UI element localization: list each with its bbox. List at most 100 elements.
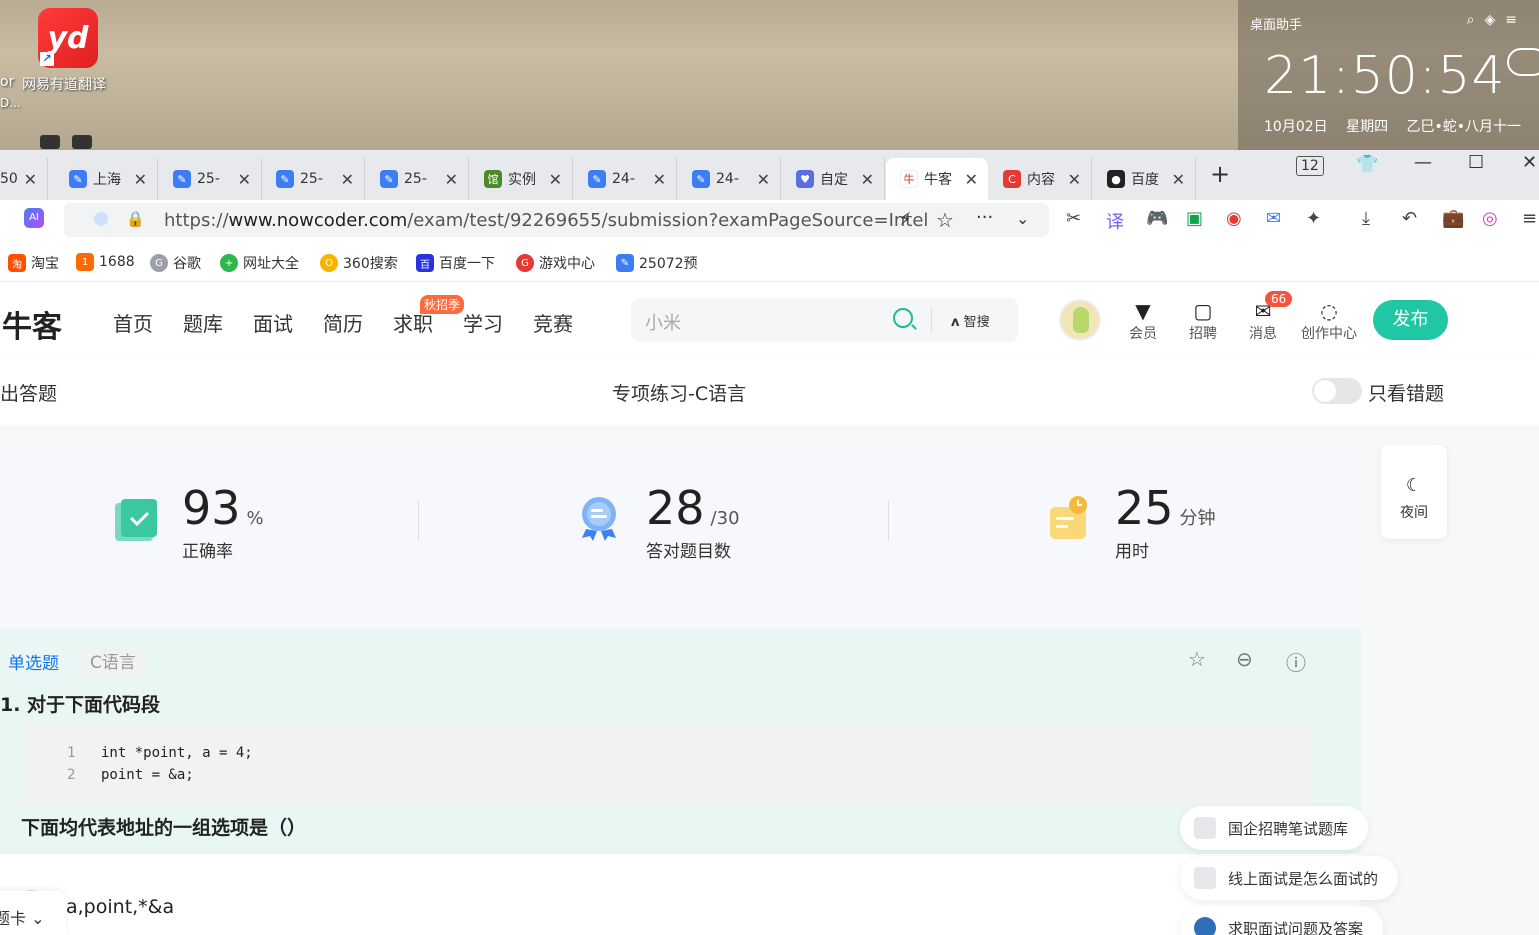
nav-learn[interactable]: 学习: [463, 308, 503, 337]
url-text[interactable]: https://www.nowcoder.com/exam/test/92269…: [164, 210, 928, 231]
tab-count-button[interactable]: 12: [1296, 156, 1324, 176]
undo-icon[interactable]: ↶: [1402, 208, 1417, 229]
bookmark-360[interactable]: O 360搜索: [320, 253, 398, 273]
search-icon[interactable]: ⌕: [1467, 12, 1485, 28]
chevron-down-icon: ⌄: [31, 909, 45, 928]
bookmark-baidu[interactable]: 百百度一下: [416, 253, 495, 273]
bookmark-hao[interactable]: + 网址大全: [220, 253, 299, 273]
vip-button[interactable]: ▼ 会员: [1113, 299, 1173, 343]
favorite-star-icon[interactable]: ☆: [1188, 647, 1206, 671]
nav-interview[interactable]: 面试: [253, 308, 293, 337]
autumn-recruit-badge: 秋招季: [420, 295, 465, 314]
option-text[interactable]: a,point,*&a: [66, 896, 174, 918]
translate-icon[interactable]: 译: [1106, 208, 1124, 234]
browser-tab[interactable]: ✎ 24- ✕: [574, 158, 677, 200]
address-bar[interactable]: 🔒 https://www.nowcoder.com/exam/test/922…: [64, 203, 1049, 237]
browser-tab[interactable]: ✎ 上海 ✕: [55, 158, 158, 200]
browser-tab-active[interactable]: 牛牛客 ✕: [886, 158, 988, 200]
desktop-assistant-widget: 桌面助手 ⌕◈≡ 21:50:54 10月02日 星期四 乙巳•蛇•八月十一: [1238, 0, 1539, 150]
new-tab-button[interactable]: +: [1210, 160, 1230, 188]
close-tab-icon[interactable]: ✕: [24, 170, 37, 189]
close-tab-icon[interactable]: ✕: [1172, 170, 1185, 189]
chevron-down-icon[interactable]: ⌄: [1016, 209, 1029, 228]
download-icon[interactable]: ⤓: [1362, 208, 1370, 229]
browser-tab[interactable]: ✎ 25- ✕: [366, 158, 469, 200]
menu-icon[interactable]: ≡: [1505, 12, 1527, 28]
avatar[interactable]: [1059, 299, 1101, 341]
suggestion-chip[interactable]: 求职面试问题及答案: [1180, 906, 1384, 935]
browser-tab[interactable]: C 内容 ✕: [989, 158, 1092, 200]
search-icon[interactable]: [893, 308, 913, 328]
desktop-mini-icon[interactable]: [40, 135, 60, 149]
lightning-icon[interactable]: ⚡: [899, 209, 912, 230]
question-tag[interactable]: C语言: [80, 645, 146, 676]
shirt-icon[interactable]: 👕: [1356, 154, 1378, 175]
close-tab-icon[interactable]: ✕: [1068, 170, 1081, 189]
ai-search-button[interactable]: ʌ 智搜: [951, 311, 990, 330]
nav-contest[interactable]: 竞赛: [533, 308, 573, 337]
nav-home[interactable]: 首页: [113, 308, 153, 337]
briefcase-icon[interactable]: 💼: [1442, 208, 1464, 229]
close-tab-icon[interactable]: ✕: [757, 170, 770, 189]
nav-question-bank[interactable]: 题库: [183, 308, 223, 337]
minus-circle-icon[interactable]: ⊖: [1236, 647, 1253, 671]
close-tab-icon[interactable]: ✕: [341, 170, 354, 189]
wrong-only-toggle[interactable]: [1312, 378, 1362, 404]
close-tab-icon[interactable]: ✕: [238, 170, 251, 189]
close-tab-icon[interactable]: ✕: [445, 170, 458, 189]
youdao-app-label[interactable]: 网易有道翻译: [22, 74, 106, 94]
menu-icon[interactable]: ≡: [1522, 208, 1537, 229]
browser-tab[interactable]: 50 ✕: [0, 158, 48, 200]
url-prefix: https://: [164, 210, 229, 231]
extensions-icon[interactable]: ✦: [1306, 208, 1321, 229]
bookmark-doc[interactable]: ✎ 25072预: [616, 253, 698, 273]
more-icon[interactable]: ···: [976, 207, 993, 228]
nav-resume[interactable]: 简历: [323, 308, 363, 337]
suggestion-chip[interactable]: 国企招聘笔试题库: [1180, 806, 1369, 850]
medal-icon: [582, 497, 616, 541]
recruit-button[interactable]: ▢ 招聘: [1173, 299, 1233, 343]
youdao-app-icon[interactable]: yd ↗: [38, 8, 98, 68]
answer-card-toggle[interactable]: 题卡 ⌄: [0, 891, 66, 935]
desktop-mini-icon[interactable]: [72, 135, 92, 149]
stat-divider: [888, 501, 889, 541]
layers-icon[interactable]: ◈: [1484, 12, 1505, 28]
browser-tab[interactable]: ♥ 自定 ✕: [782, 158, 885, 200]
publish-button[interactable]: 发布: [1373, 300, 1448, 340]
book-icon[interactable]: ▣: [1186, 208, 1203, 229]
minimize-button[interactable]: —: [1414, 152, 1432, 173]
maximize-button[interactable]: ☐: [1468, 152, 1484, 173]
night-mode-button[interactable]: ☾ 夜间: [1381, 445, 1447, 539]
accuracy-label: 正确率: [182, 542, 233, 562]
site-info-icon[interactable]: [94, 212, 108, 226]
browser-tab[interactable]: ✎ 24- ✕: [678, 158, 781, 200]
bookmark-taobao[interactable]: 淘淘宝: [8, 253, 59, 273]
suggestion-chip[interactable]: 线上面试是怎么面试的: [1180, 856, 1399, 900]
browser-tab[interactable]: ✎ 25- ✕: [159, 158, 262, 200]
bookmark-1688[interactable]: 1 1688: [76, 253, 135, 271]
back-to-answer-link[interactable]: 出答题: [0, 379, 57, 406]
bookmark-google[interactable]: G 谷歌: [150, 253, 201, 273]
close-tab-icon[interactable]: ✕: [861, 170, 874, 189]
site-search[interactable]: 小米 ʌ 智搜: [631, 298, 1018, 342]
bookmark-games[interactable]: G 游戏中心: [516, 253, 595, 273]
close-tab-icon[interactable]: ✕: [549, 170, 562, 189]
close-tab-icon[interactable]: ✕: [653, 170, 666, 189]
browser-tab[interactable]: ✎ 25- ✕: [262, 158, 365, 200]
widget-toolbar[interactable]: ⌕◈≡: [1467, 12, 1527, 28]
close-tab-icon[interactable]: ✕: [965, 170, 978, 189]
close-tab-icon[interactable]: ✕: [134, 170, 147, 189]
nowcoder-logo[interactable]: 牛客: [2, 302, 62, 346]
browser-tab[interactable]: ● 百度 ✕: [1093, 158, 1196, 200]
scissors-icon[interactable]: ✂: [1066, 208, 1081, 229]
weibo-icon[interactable]: ◉: [1226, 208, 1242, 229]
close-window-button[interactable]: ✕: [1522, 152, 1537, 173]
game-icon[interactable]: 🎮: [1146, 208, 1168, 229]
creator-center-button[interactable]: ◌ 创作中心: [1298, 299, 1360, 343]
mail-icon[interactable]: ✉: [1266, 208, 1281, 229]
ai-circle-icon[interactable]: ◎: [1482, 208, 1498, 229]
report-icon[interactable]: ⓘ: [1286, 647, 1306, 676]
star-icon[interactable]: ☆: [936, 208, 954, 232]
ai-assistant-icon[interactable]: AI: [24, 208, 44, 228]
browser-tab[interactable]: 馆实例 ✕: [470, 158, 573, 200]
